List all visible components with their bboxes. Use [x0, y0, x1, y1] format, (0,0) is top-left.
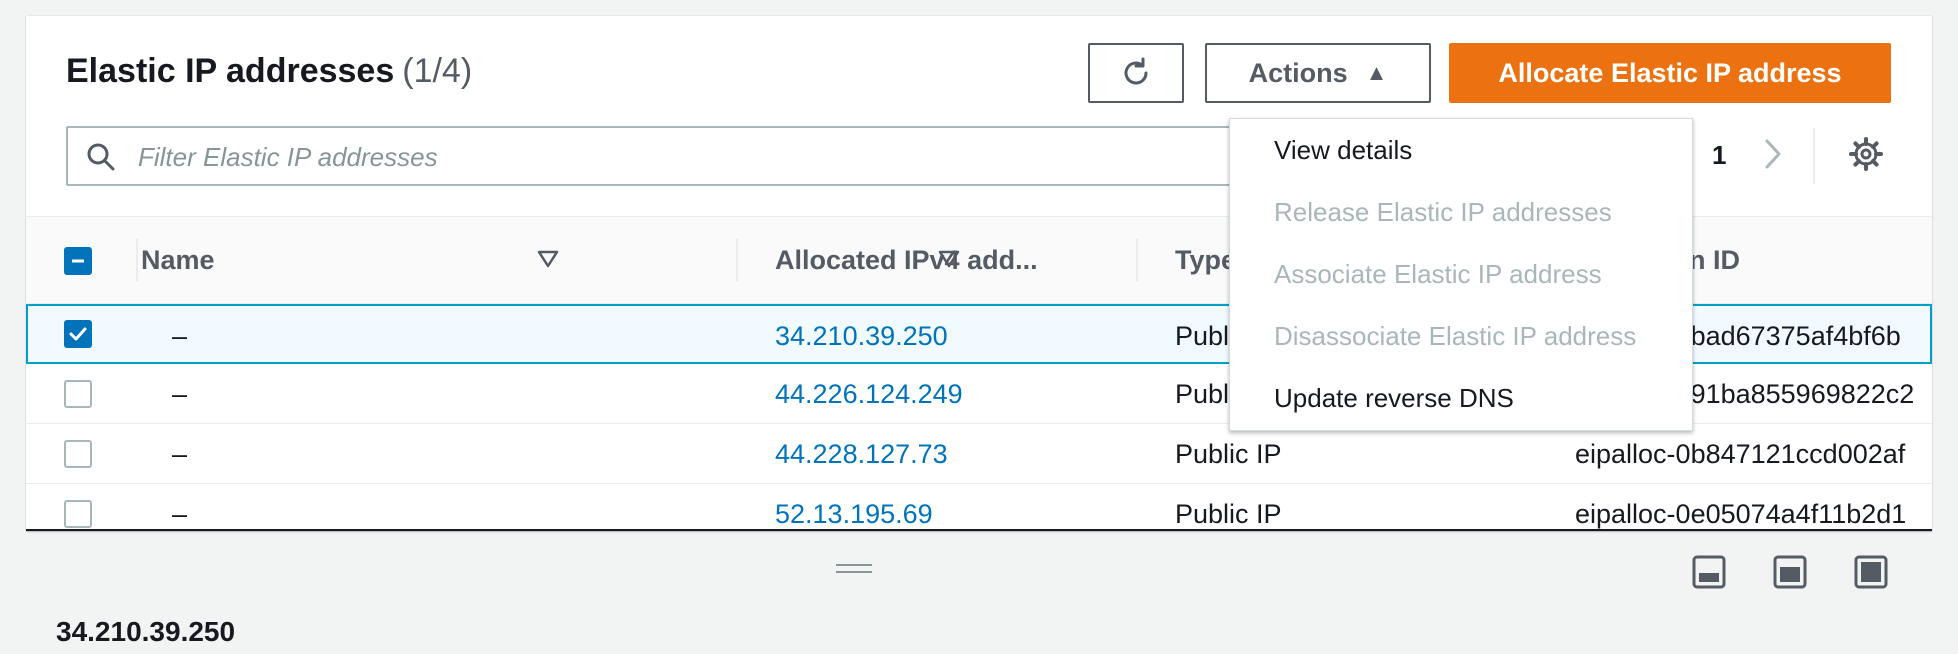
menu-item-disassociate-elastic-ip: Disassociate Elastic IP address [1274, 321, 1637, 351]
row-ip-link[interactable]: 34.210.39.250 [775, 321, 948, 352]
row-allocation-id: eipalloc-0e05074a4f11b2d1 [1575, 499, 1907, 529]
panel-position-full-icon[interactable] [1854, 555, 1888, 589]
column-separator [1136, 239, 1138, 281]
row-type: Public IP [1175, 499, 1282, 529]
menu-item-release-elastic-ip: Release Elastic IP addresses [1274, 197, 1612, 227]
search-icon [87, 143, 115, 171]
row-ip-link[interactable]: 52.13.195.69 [775, 499, 933, 530]
column-header-type[interactable]: Type [1175, 245, 1236, 276]
gear-icon[interactable] [1848, 136, 1884, 172]
caret-up-icon: ▲ [1365, 60, 1388, 85]
column-header-name[interactable]: Name [141, 245, 215, 276]
minus-icon [72, 259, 84, 263]
table-row[interactable]: – 44.228.127.73 Public IP eipalloc-0b847… [26, 424, 1932, 484]
check-icon [69, 327, 87, 341]
panel-position-bottom-icon[interactable] [1692, 555, 1726, 589]
row-name: – [172, 321, 188, 351]
table-row[interactable]: – 52.13.195.69 Public IP eipalloc-0e0507… [26, 484, 1932, 531]
row-name: – [172, 379, 188, 409]
refresh-icon [1124, 57, 1148, 85]
sort-triangle-icon[interactable] [938, 249, 960, 269]
allocate-elastic-ip-button[interactable]: Allocate Elastic IP address [1449, 43, 1891, 103]
filter-input[interactable] [136, 134, 1320, 180]
select-all-checkbox[interactable] [64, 247, 92, 275]
menu-item-update-reverse-dns[interactable]: Update reverse DNS [1274, 383, 1514, 414]
filter-box [66, 126, 1346, 186]
row-checkbox[interactable] [64, 500, 92, 528]
page-title: Elastic IP addresses (1/4) [66, 52, 472, 91]
menu-item-view-details[interactable]: View details [1274, 135, 1412, 166]
column-separator [736, 239, 738, 281]
row-ip-link[interactable]: 44.228.127.73 [775, 439, 948, 470]
elastic-ip-table-panel: Elastic IP addresses (1/4) Actions ▲ Allo… [26, 16, 1932, 531]
refresh-button[interactable] [1088, 43, 1184, 103]
pager-divider [1813, 128, 1815, 184]
detail-panel-title: 34.210.39.250 [56, 616, 236, 647]
actions-button[interactable]: Actions ▲ [1205, 43, 1431, 103]
chevron-right-icon[interactable] [1758, 136, 1788, 172]
selection-count: (1/4) [402, 52, 473, 90]
row-type: Public IP [1175, 439, 1282, 469]
panel-bottom-border [26, 529, 1932, 531]
actions-button-label: Actions [1248, 57, 1348, 88]
row-checkbox[interactable] [64, 440, 92, 468]
row-name: – [172, 499, 188, 529]
current-page-number[interactable]: 1 [1712, 140, 1726, 171]
row-ip-link[interactable]: 44.226.124.249 [775, 379, 963, 410]
row-allocation-id: eipalloc-0b847121ccd002af [1575, 439, 1906, 469]
row-checkbox[interactable] [64, 380, 92, 408]
split-panel-drag-handle-icon[interactable] [836, 562, 872, 576]
panel-position-side-icon[interactable] [1773, 555, 1807, 589]
column-header-allocated-ipv4[interactable]: Allocated IPv4 add... [775, 245, 1038, 276]
sort-triangle-icon[interactable] [537, 249, 559, 269]
row-checkbox[interactable] [64, 320, 92, 348]
actions-dropdown-menu: View details Release Elastic IP addresse… [1229, 118, 1693, 431]
row-name: – [172, 439, 188, 469]
page-title-text: Elastic IP addresses [66, 52, 395, 90]
menu-item-associate-elastic-ip: Associate Elastic IP address [1274, 259, 1602, 289]
column-separator [136, 239, 138, 281]
